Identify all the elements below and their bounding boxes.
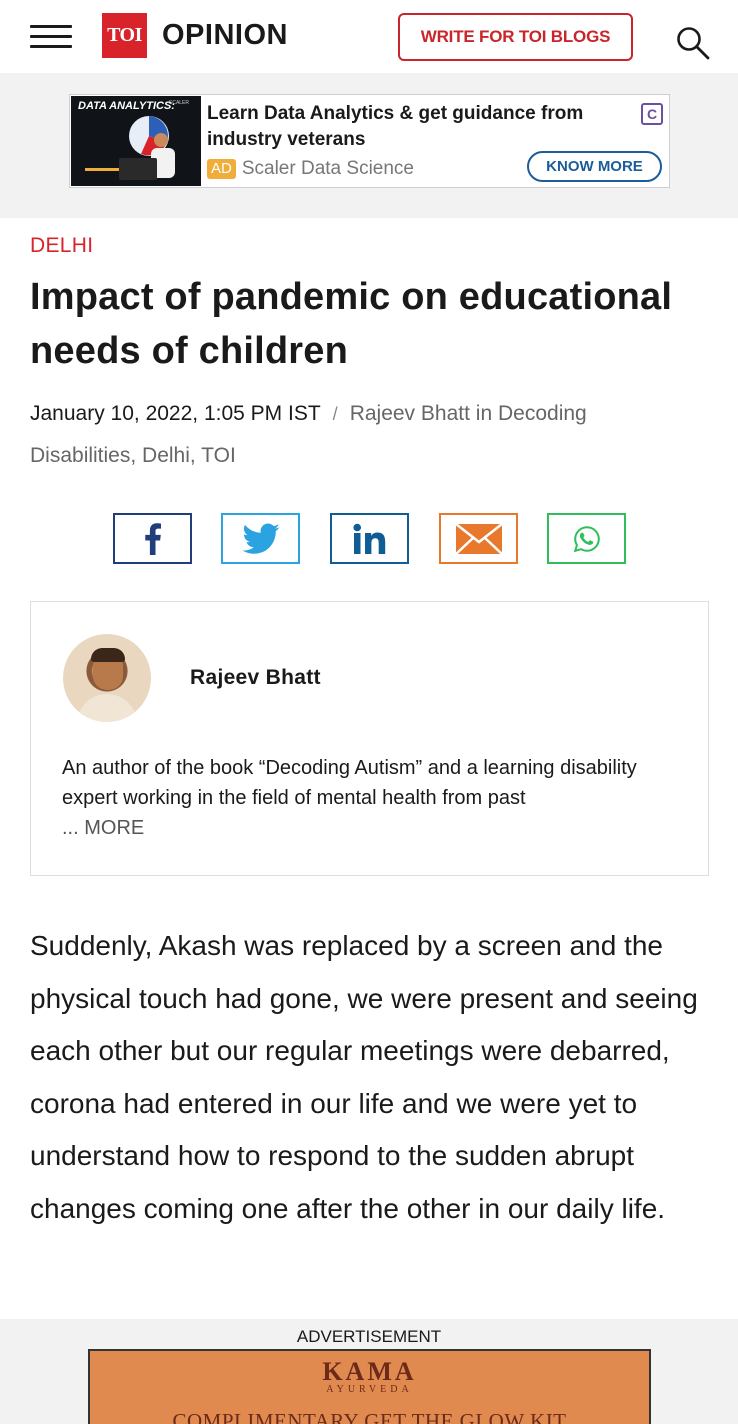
author-avatar[interactable] <box>63 634 151 722</box>
article-meta: January 10, 2022, 1:05 PM IST / Rajeev Bha… <box>30 393 670 477</box>
twitter-icon <box>241 523 280 554</box>
category-link[interactable]: DELHI <box>30 234 93 258</box>
write-for-toi-blogs-button[interactable]: WRITE FOR TOI BLOGS <box>398 13 633 61</box>
author-bio-more-link[interactable]: ... MORE <box>62 813 144 843</box>
whatsapp-icon <box>573 525 600 552</box>
hamburger-line <box>30 45 72 48</box>
article-paragraph: Suddenly, Akash was replaced by a screen… <box>30 930 698 1224</box>
section-title[interactable]: OPINION <box>162 16 288 54</box>
author-bio: An author of the book “Decoding Autism” … <box>62 757 637 809</box>
know-more-button[interactable]: KNOW MORE <box>527 151 662 182</box>
facebook-icon <box>144 522 161 555</box>
byline-author-link[interactable]: Rajeev Bhatt <box>350 402 470 425</box>
share-twitter-button[interactable] <box>221 513 300 564</box>
ad-badge: AD <box>207 159 236 179</box>
hamburger-line <box>30 35 72 38</box>
toi-logo[interactable]: TOI <box>102 13 147 58</box>
hamburger-line <box>30 25 72 28</box>
hamburger-menu-icon[interactable] <box>30 25 72 49</box>
advertisement-label: ADVERTISEMENT <box>296 1327 442 1346</box>
bottom-ad-band: ADVERTISEMENT KAMA AYURVEDA COMPLIMENTAR… <box>0 1319 738 1424</box>
ad-brand-sub: AYURVEDA <box>326 1384 413 1395</box>
publish-date: January 10, 2022, 1:05 PM IST <box>30 402 321 425</box>
ad-unit[interactable]: DATA ANALYTICS: SCALER Learn Data Analyt… <box>69 94 670 188</box>
share-linkedin-button[interactable] <box>330 513 409 564</box>
ad-promo-text: COMPLIMENTARY GET THE GLOW KIT <box>172 1409 567 1424</box>
ad-sponsor-name: Scaler Data Science <box>241 158 414 179</box>
adchoices-icon[interactable]: C <box>641 103 663 125</box>
top-header: TOI OPINION WRITE FOR TOI BLOGS <box>0 0 738 73</box>
ad-brand: KAMA <box>322 1357 417 1386</box>
meta-separator: / <box>332 404 338 424</box>
share-whatsapp-button[interactable] <box>547 513 626 564</box>
byline-in: in <box>475 402 493 425</box>
avatar-shirt <box>77 694 137 722</box>
ad-headline[interactable]: Learn Data Analytics & get guidance from… <box>207 101 627 153</box>
author-card: Rajeev Bhatt An author of the book “Deco… <box>30 601 709 876</box>
search-icon[interactable] <box>676 26 710 60</box>
share-facebook-button[interactable] <box>113 513 192 564</box>
ad-image[interactable]: DATA ANALYTICS: SCALER <box>71 96 201 186</box>
author-name[interactable]: Rajeev Bhatt <box>190 666 321 690</box>
avatar-hair <box>91 648 125 662</box>
bottom-ad-creative[interactable]: KAMA AYURVEDA COMPLIMENTARY GET THE GLOW… <box>88 1349 651 1424</box>
linkedin-icon <box>352 523 385 554</box>
ad-sponsor: AD Scaler Data Science <box>207 158 414 180</box>
email-icon <box>454 522 503 555</box>
top-ad-band: DATA ANALYTICS: SCALER Learn Data Analyt… <box>0 73 738 218</box>
ad-illustration <box>85 116 175 180</box>
share-email-button[interactable] <box>439 513 518 564</box>
article-headline: Impact of pandemic on educational needs … <box>30 276 673 372</box>
